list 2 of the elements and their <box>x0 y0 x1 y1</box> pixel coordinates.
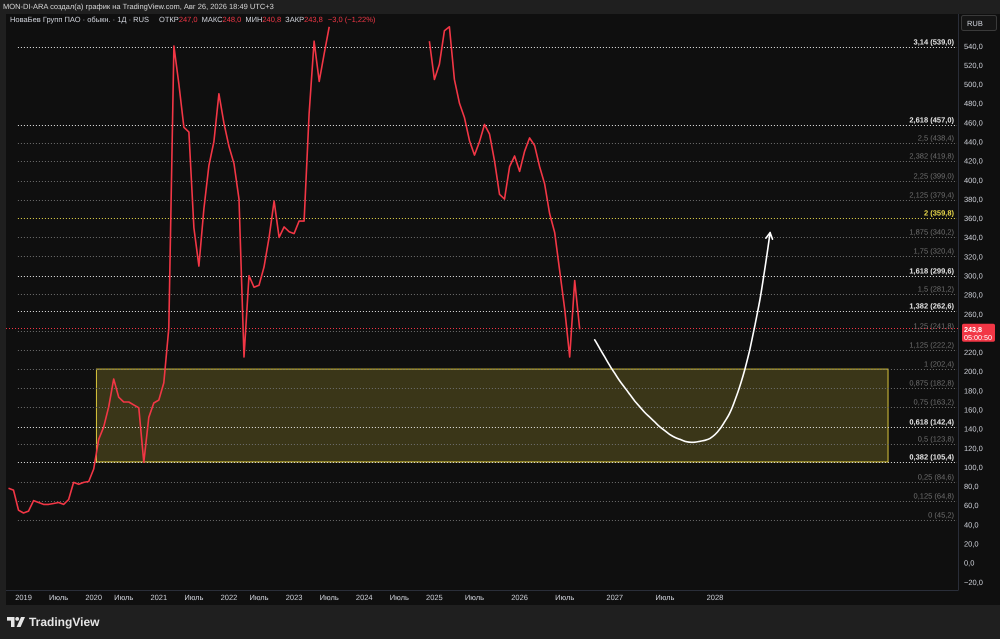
brand-name: TradingView <box>29 615 100 629</box>
logo-icon <box>7 617 25 627</box>
